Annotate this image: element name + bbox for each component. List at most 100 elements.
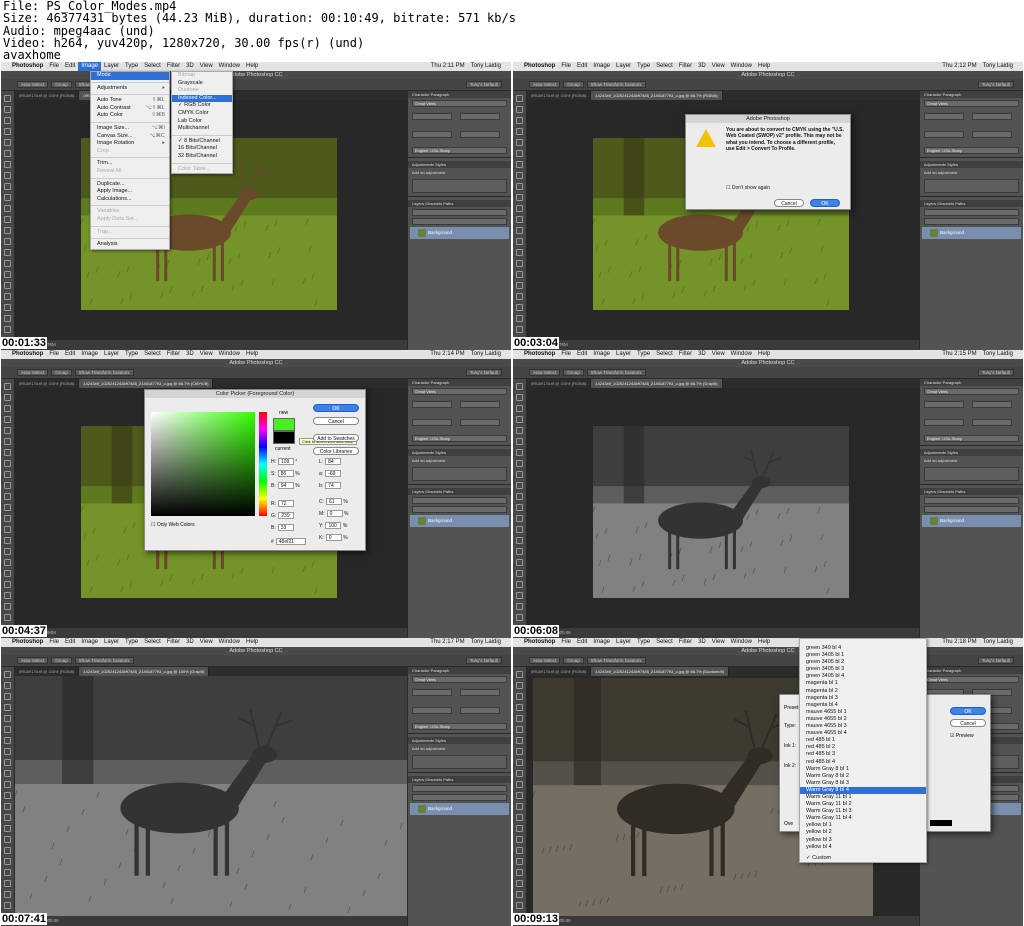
tool-icon[interactable] [516, 416, 523, 423]
character-field[interactable] [412, 707, 452, 714]
add-to-swatches-button[interactable]: Add to Swatches [313, 434, 359, 442]
image-menu-item[interactable]: Adjustments ▸ [91, 85, 169, 93]
tool-icon[interactable] [516, 803, 523, 810]
tool-icon[interactable] [4, 770, 11, 777]
tool-icon[interactable] [4, 902, 11, 909]
menu-edit[interactable]: Edit [574, 62, 590, 71]
character-field[interactable] [924, 113, 964, 120]
workspace-switcher[interactable]: Tony's Default [465, 369, 502, 376]
image-menu-item[interactable]: Mode ▸ [91, 72, 169, 80]
character-field[interactable] [460, 131, 500, 138]
auto-select-checkbox[interactable]: Auto-Select [529, 81, 561, 89]
tool-icon[interactable] [516, 559, 523, 566]
menu-filter[interactable]: Filter [164, 62, 183, 71]
layer-background[interactable]: Background [410, 515, 509, 527]
field-y[interactable]: Y: 100 % [319, 522, 347, 530]
workspace-switcher[interactable]: Tony's Default [465, 81, 502, 88]
current-color-swatch[interactable] [273, 431, 295, 444]
ink-option[interactable]: Warm Gray 11 bl 3 [800, 808, 926, 815]
menu-3d[interactable]: 3D [183, 638, 197, 647]
language-select[interactable]: English: USA Sharp [924, 435, 1019, 442]
tool-icon[interactable] [516, 405, 523, 412]
adjustments-tab[interactable]: Adjustments Styles [408, 737, 511, 744]
doc-tab[interactable]: 0R0A9178.tif @ 100% (RGB/8) [15, 91, 80, 100]
show-transform-checkbox[interactable]: Show Transform Controls [74, 369, 134, 377]
tool-icon[interactable] [516, 128, 523, 135]
tool-icon[interactable] [516, 592, 523, 599]
menu-view[interactable]: View [197, 638, 216, 647]
layers-tabs[interactable]: Layers Channels Paths [408, 200, 511, 207]
menu-view[interactable]: View [709, 638, 728, 647]
tool-icon[interactable] [4, 880, 11, 887]
doc-tab-active[interactable]: 1424349_1020241243697455_2145187793_o.jp… [591, 667, 730, 676]
tool-icon[interactable] [516, 515, 523, 522]
layers-tabs[interactable]: Layers Channels Paths [920, 488, 1023, 495]
tool-icon[interactable] [516, 282, 523, 289]
tool-icon[interactable] [516, 825, 523, 832]
ink-option[interactable]: mauve 4655 bl 2 [800, 716, 926, 723]
tool-icon[interactable] [516, 537, 523, 544]
image-menu-item[interactable]: Trim... [91, 160, 169, 168]
tool-icon[interactable] [516, 869, 523, 876]
character-field[interactable] [412, 419, 452, 426]
menu-select[interactable]: Select [653, 638, 676, 647]
auto-select-checkbox[interactable]: Auto-Select [17, 81, 49, 89]
auto-select-checkbox[interactable]: Auto-Select [17, 657, 49, 665]
tool-icon[interactable] [4, 416, 11, 423]
tool-icon[interactable] [4, 715, 11, 722]
menu-3d[interactable]: 3D [695, 62, 709, 71]
ink-option[interactable]: yellow bl 3 [800, 837, 926, 844]
menu-image[interactable]: Image [78, 638, 101, 647]
menu-file[interactable]: File [558, 62, 574, 71]
ink-option[interactable]: mauve 4655 bl 4 [800, 730, 926, 737]
tool-icon[interactable] [516, 814, 523, 821]
ink-option[interactable]: red 485 bl 4 [800, 759, 926, 766]
tool-icon[interactable] [4, 315, 11, 322]
tool-icon[interactable] [4, 449, 11, 456]
tool-icon[interactable] [516, 150, 523, 157]
dont-show-checkbox[interactable]: ☐ Don't show again [726, 185, 770, 191]
font-family-select[interactable]: Great Vibes [924, 388, 1019, 395]
menu-edit[interactable]: Edit [574, 350, 590, 359]
tool-icon[interactable] [4, 726, 11, 733]
tool-icon[interactable] [516, 748, 523, 755]
tool-icon[interactable] [4, 238, 11, 245]
character-field[interactable] [972, 401, 1012, 408]
tool-icon[interactable] [516, 682, 523, 689]
tool-icon[interactable] [4, 603, 11, 610]
tool-icon[interactable] [516, 493, 523, 500]
font-family-select[interactable]: Great Vibes [412, 388, 507, 395]
menu-help[interactable]: Help [243, 350, 261, 359]
ok-button[interactable]: OK [810, 199, 840, 207]
tool-icon[interactable] [4, 183, 11, 190]
menu-file[interactable]: File [46, 62, 62, 71]
show-transform-checkbox[interactable]: Show Transform Controls [74, 657, 134, 665]
ink-option[interactable]: Warm Gray 8 bl 1 [800, 766, 926, 773]
adjustments-tab[interactable]: Adjustments Styles [920, 161, 1023, 168]
menu-photoshop[interactable]: Photoshop [9, 62, 46, 71]
menu-window[interactable]: Window [728, 350, 755, 359]
menu-3d[interactable]: 3D [183, 62, 197, 71]
user-name[interactable]: Tony Laidig [980, 350, 1016, 359]
auto-select-checkbox[interactable]: Auto-Select [529, 369, 561, 377]
workspace-switcher[interactable]: Tony's Default [977, 657, 1014, 664]
adjustment-icons[interactable] [412, 755, 507, 769]
menu-window[interactable]: Window [216, 638, 243, 647]
show-transform-checkbox[interactable]: Show Transform Controls [586, 81, 646, 89]
field-b[interactable]: B: 94 % [271, 482, 300, 490]
tool-icon[interactable] [516, 704, 523, 711]
ink-option[interactable]: yellow bl 1 [800, 822, 926, 829]
mode-menu-item[interactable]: 16 Bits/Channel [172, 145, 232, 153]
tool-icon[interactable] [516, 880, 523, 887]
tool-icon[interactable] [4, 117, 11, 124]
tool-icon[interactable] [516, 315, 523, 322]
menu-select[interactable]: Select [141, 62, 164, 71]
adjustments-tab[interactable]: Adjustments Styles [408, 161, 511, 168]
ink-option[interactable]: yellow bl 2 [800, 829, 926, 836]
tool-icon[interactable] [4, 471, 11, 478]
image-menu-item[interactable]: Apply Image... [91, 188, 169, 196]
menu-photoshop[interactable]: Photoshop [521, 638, 558, 647]
tool-icon[interactable] [516, 249, 523, 256]
menu-help[interactable]: Help [243, 638, 261, 647]
ink-option[interactable]: red 485 bl 2 [800, 744, 926, 751]
